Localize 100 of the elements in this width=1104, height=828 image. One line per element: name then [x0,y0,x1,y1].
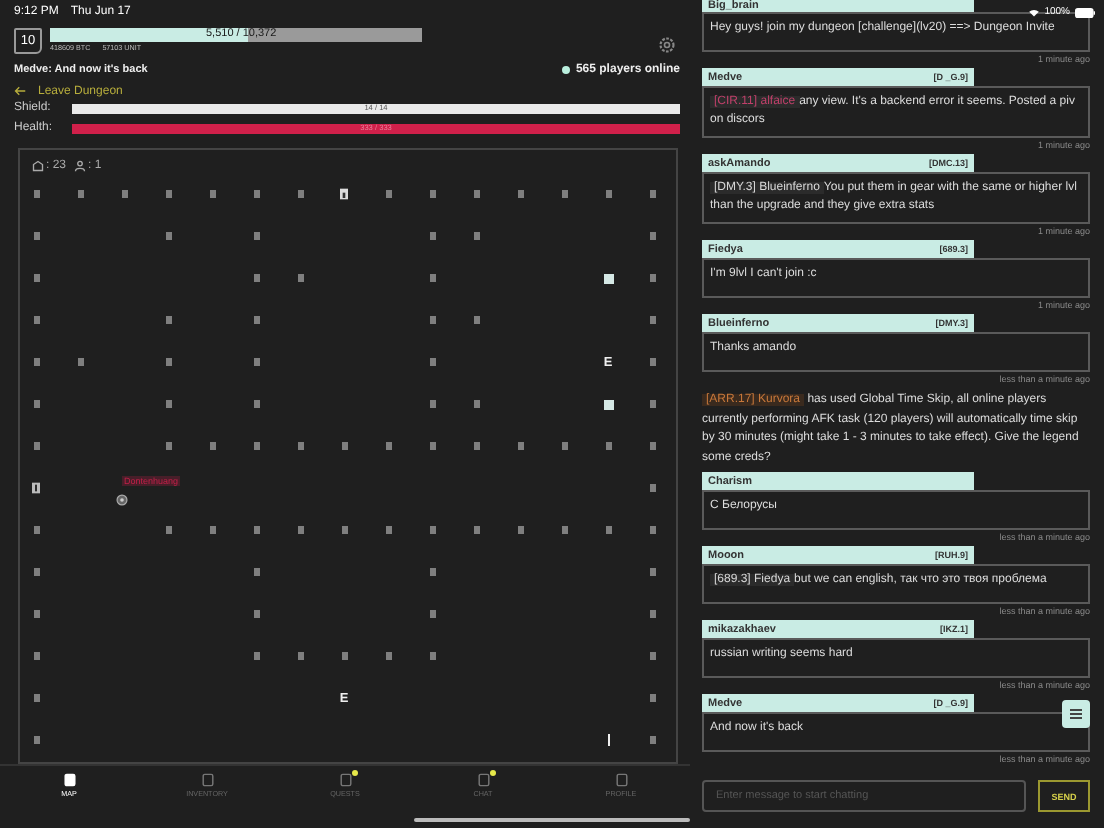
room-tile [33,442,39,450]
room-tile [473,232,479,240]
room-tile [605,442,611,450]
room-tile [429,358,435,366]
room-tile [429,400,435,408]
key-icon [32,482,40,494]
room-tile [517,442,523,450]
room-tile [165,442,171,450]
room-tile [209,442,215,450]
room-tile [253,568,259,576]
room-tile [385,652,391,660]
room-tile [33,316,39,324]
room-tile [341,526,347,534]
room-tile [473,526,479,534]
tab-icon [475,771,491,787]
room-tile [649,232,655,240]
room-tile [473,400,479,408]
item-tile [603,273,613,283]
room-tile [165,400,171,408]
room-tile [429,442,435,450]
room-tile [253,400,259,408]
room-tile [253,610,259,618]
room-tile [605,526,611,534]
room-tile [297,442,303,450]
room-tile [429,190,435,198]
room-tile [253,358,259,366]
room-tile [429,232,435,240]
menu-button[interactable] [1062,700,1090,728]
room-tile [77,190,83,198]
room-tile [253,274,259,282]
player-icon [116,493,128,505]
wall-marker [607,734,609,746]
room-tile [649,652,655,660]
room-tile [33,358,39,366]
room-tile [473,190,479,198]
room-tile [517,190,523,198]
room-tile [429,568,435,576]
room-tile [33,694,39,702]
room-tile [649,526,655,534]
room-tile [649,484,655,492]
room-tile [253,652,259,660]
wifi-icon [1028,7,1041,17]
room-tile [429,526,435,534]
room-tile [429,610,435,618]
room-tile [561,190,567,198]
door-icon [340,188,348,200]
room-tile [649,190,655,198]
room-tile [33,652,39,660]
room-tile [561,526,567,534]
room-tile [253,442,259,450]
room-tile [209,190,215,198]
room-tile [385,442,391,450]
room-tile [385,190,391,198]
room-tile [253,232,259,240]
battery-icon [1074,7,1096,17]
room-tile [33,526,39,534]
room-tile [429,316,435,324]
room-tile [33,610,39,618]
menu-icon [1068,706,1084,722]
room-tile [33,232,39,240]
room-tile [517,526,523,534]
room-tile [385,526,391,534]
room-tile [209,526,215,534]
room-tile [649,568,655,576]
tab-icon [337,771,353,787]
room-tile [429,274,435,282]
room-tile [33,568,39,576]
room-tile [649,358,655,366]
room-icon [32,159,44,171]
room-tile [165,232,171,240]
person-icon [74,159,87,171]
room-tile [253,316,259,324]
room-tile [33,190,39,198]
room-tile [33,400,39,408]
room-tile [33,736,39,744]
tab-icon [613,771,629,787]
back-arrow-icon [14,86,26,97]
room-tile [77,358,83,366]
room-tile [649,316,655,324]
room-tile [297,652,303,660]
room-tile [649,610,655,618]
tab-icon [61,771,77,787]
room-tile [473,442,479,450]
room-tile [649,274,655,282]
room-tile [165,316,171,324]
room-tile [649,694,655,702]
room-tile [561,442,567,450]
room-tile [253,526,259,534]
room-tile [165,358,171,366]
room-tile [649,442,655,450]
room-tile [253,190,259,198]
room-tile [165,526,171,534]
room-tile [121,190,127,198]
room-tile [297,190,303,198]
room-tile [649,736,655,744]
room-tile [297,274,303,282]
room-tile [341,442,347,450]
settings-icon[interactable] [658,35,676,54]
tab-icon [199,771,215,787]
room-tile [33,274,39,282]
